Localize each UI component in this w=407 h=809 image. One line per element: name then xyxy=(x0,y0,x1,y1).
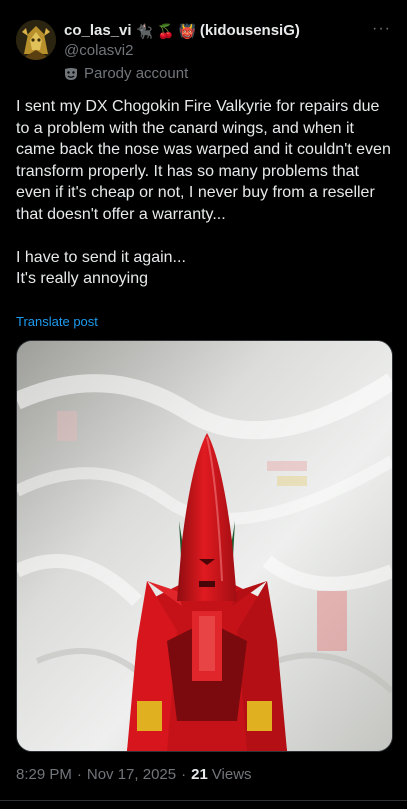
post-paragraph: I sent my DX Chogokin Fire Valkyrie for … xyxy=(16,98,391,223)
post-line: I have to send it again... xyxy=(16,248,186,266)
theater-mask-icon xyxy=(65,67,77,80)
post-line: It's really annoying xyxy=(16,270,149,287)
cat-emoji-icon: 🐈‍⬛ xyxy=(135,22,153,39)
post-meta: 8:29 PM · Nov 17, 2025 · 21 Views xyxy=(16,766,252,783)
post-image[interactable] xyxy=(16,340,393,752)
display-name-suffix[interactable]: (kidousensiG) xyxy=(200,22,300,39)
name-row[interactable]: co_las_vi 🐈‍⬛ 🍒 👹 (kidousensiG) xyxy=(64,22,300,39)
post-date[interactable]: Nov 17, 2025 xyxy=(87,766,176,783)
valkyrie-photo xyxy=(17,341,392,751)
ogre-emoji-icon: 👹 xyxy=(178,22,196,39)
post-time[interactable]: 8:29 PM xyxy=(16,766,72,783)
parody-label-text: Parody account xyxy=(84,65,189,82)
avatar-image xyxy=(16,20,56,60)
display-name[interactable]: co_las_vi xyxy=(64,22,132,39)
parody-label: Parody account xyxy=(64,65,188,82)
avatar[interactable] xyxy=(16,20,56,60)
translate-post-link[interactable]: Translate post xyxy=(16,314,98,329)
more-options-icon[interactable]: ··· xyxy=(372,20,391,38)
post-header: co_las_vi 🐈‍⬛ 🍒 👹 (kidousensiG) @colasvi… xyxy=(16,20,391,86)
views-count: 21 xyxy=(191,766,208,783)
views-label: Views xyxy=(211,766,252,783)
user-handle[interactable]: @colasvi2 xyxy=(64,42,133,59)
divider xyxy=(0,800,407,801)
post-text: I sent my DX Chogokin Fire Valkyrie for … xyxy=(16,96,396,290)
cherry-emoji-icon: 🍒 xyxy=(157,22,175,39)
